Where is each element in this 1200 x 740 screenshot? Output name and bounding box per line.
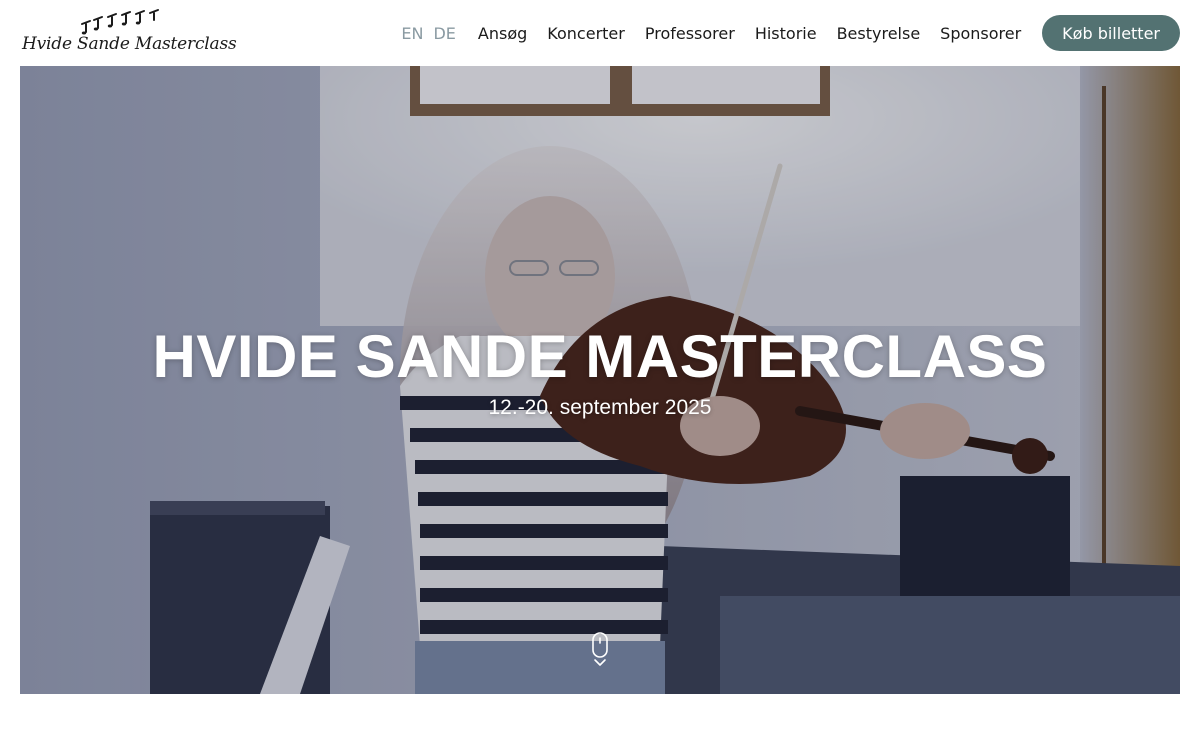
site-logo[interactable]: Hvide Sande Masterclass <box>20 8 237 58</box>
language-de-link[interactable]: DE <box>433 24 455 43</box>
main-nav: EN DE Ansøg Koncerter Professorer Histor… <box>401 15 1180 51</box>
nav-item-historie[interactable]: Historie <box>755 24 817 43</box>
buy-tickets-button[interactable]: Køb billetter <box>1042 15 1180 51</box>
nav-item-koncerter[interactable]: Koncerter <box>547 24 625 43</box>
nav-item-professorer[interactable]: Professorer <box>645 24 735 43</box>
hero-banner: HVIDE SANDE MASTERCLASS 12.-20. septembe… <box>20 66 1180 694</box>
hero-title: HVIDE SANDE MASTERCLASS <box>152 323 1048 390</box>
mouse-scroll-icon[interactable] <box>590 632 610 668</box>
hero-dates: 12.-20. september 2025 <box>488 396 712 419</box>
nav-item-bestyrelse[interactable]: Bestyrelse <box>837 24 921 43</box>
language-en-link[interactable]: EN <box>401 24 423 43</box>
logo-text: Hvide Sande Masterclass <box>22 34 237 54</box>
site-header: Hvide Sande Masterclass EN DE Ansøg Konc… <box>0 0 1200 66</box>
nav-item-ansog[interactable]: Ansøg <box>478 24 527 43</box>
nav-item-sponsorer[interactable]: Sponsorer <box>940 24 1021 43</box>
